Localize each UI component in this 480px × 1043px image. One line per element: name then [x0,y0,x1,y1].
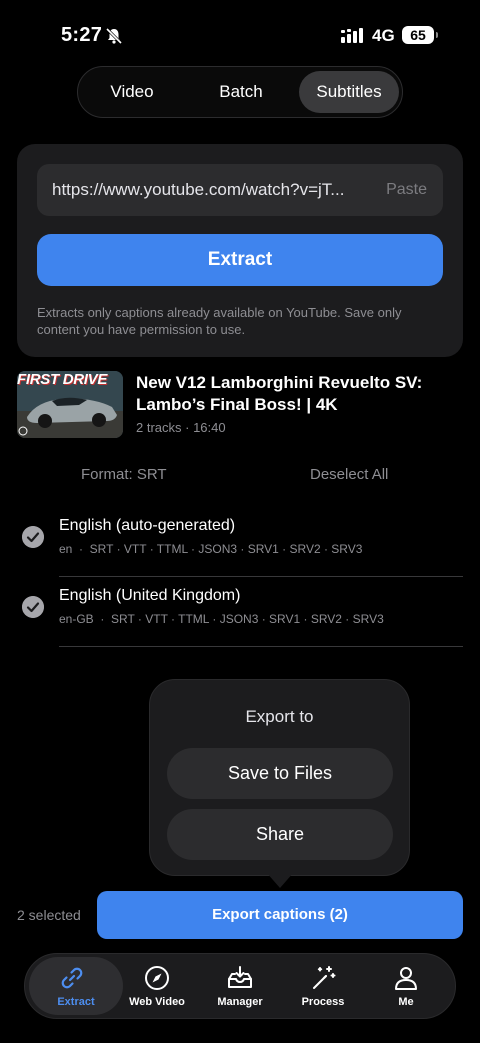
track-row[interactable]: English (auto-generated) en · SRT · VTT … [0,507,480,577]
divider [59,646,463,647]
export-popover: Export to Save to Files Share [149,679,410,876]
video-thumbnail: FIRST DRIVE [17,371,123,438]
popover-title: Export to [245,707,314,726]
extract-card: https://www.youtube.com/watch?v=jT... Pa… [17,144,463,357]
mode-segmented-control: Video Batch Subtitles [77,66,403,118]
tab-label: Me [398,996,414,1008]
video-title: New V12 Lamborghini Revuelto SV: Lambo’s… [136,373,423,414]
paste-button[interactable]: Paste [386,181,427,199]
thumbnail-caption: FIRST DRIVE [17,371,108,388]
battery-indicator: 65 [402,26,438,44]
disclaimer-text: Extracts only captions already available… [37,305,402,337]
url-field[interactable]: https://www.youtube.com/watch?v=jT... Pa… [37,164,443,216]
person-icon [395,967,417,990]
checkmark-icon[interactable] [22,526,44,548]
status-time: 5:27 [61,24,103,46]
deselect-all-button[interactable]: Deselect All [310,466,388,483]
share-button[interactable]: Share [167,809,393,860]
video-meta: 2 tracks · 16:40 [136,420,226,435]
tab-me[interactable]: Me [363,954,449,1018]
checkmark-icon[interactable] [22,596,44,618]
status-bar: 5:27 4G 65 [0,0,480,60]
segment-video[interactable]: Video [84,71,180,113]
tab-extract[interactable]: Extract [29,957,123,1015]
tab-label: Process [301,996,345,1008]
url-input[interactable]: https://www.youtube.com/watch?v=jT... [52,180,367,200]
popover-arrow [266,872,294,888]
bell-slash-icon [105,27,123,45]
track-name: English (United Kingdom) [59,587,241,604]
tab-manager[interactable]: Manager [197,954,283,1018]
tab-label: Web Video [129,996,185,1008]
segment-batch[interactable]: Batch [193,71,289,113]
export-captions-button[interactable]: Export captions (2) [97,891,463,939]
selected-count: 2 selected [17,907,81,923]
network-type: 4G [372,26,395,45]
tab-process[interactable]: Process [280,954,366,1018]
magic-wand-icon [313,966,336,989]
track-name: English (auto-generated) [59,517,236,534]
extract-button[interactable]: Extract [37,234,443,286]
save-to-files-button[interactable]: Save to Files [167,748,393,799]
signal-icon [341,28,363,43]
track-formats: en · SRT · VTT · TTML · JSON3 · SRV1 · S… [59,542,363,556]
tab-bar: Extract Web Video Manager Process Me [24,953,456,1019]
tray-download-icon [228,966,252,988]
compass-icon [145,966,169,990]
link-icon [61,967,83,989]
track-formats: en-GB · SRT · VTT · TTML · JSON3 · SRV1 … [59,612,384,626]
tab-label: Manager [217,996,263,1008]
tab-web-video[interactable]: Web Video [114,954,200,1018]
segment-subtitles[interactable]: Subtitles [299,71,399,113]
track-row[interactable]: English (United Kingdom) en-GB · SRT · V… [0,577,480,647]
format-selector[interactable]: Format: SRT [81,466,167,483]
tab-label: Extract [57,996,95,1008]
